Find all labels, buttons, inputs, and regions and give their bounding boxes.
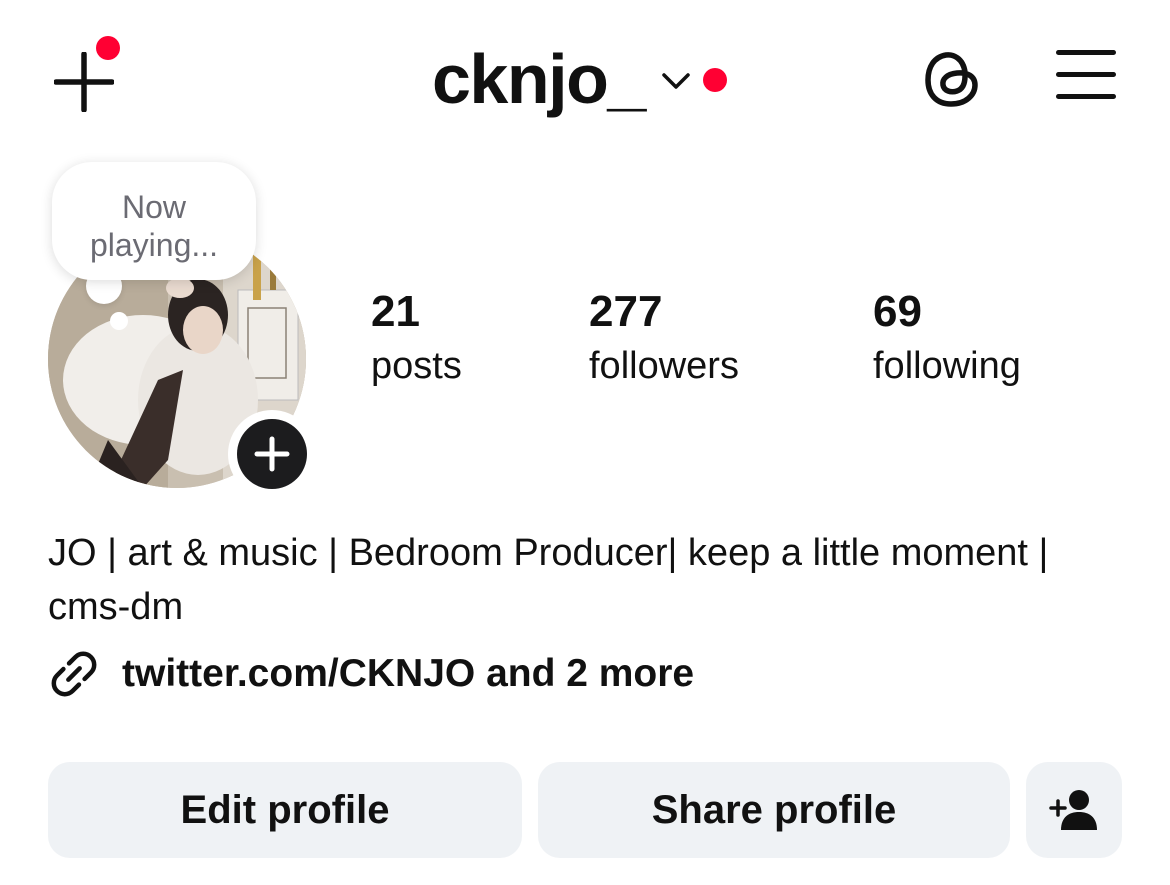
notification-dot — [96, 36, 120, 60]
hamburger-menu-icon — [1056, 94, 1116, 99]
bio-text: JO | art & music | Bedroom Producer| kee… — [48, 532, 1049, 628]
new-post-button[interactable] — [48, 36, 126, 114]
following-label: following — [873, 345, 1021, 387]
add-story-button[interactable] — [228, 410, 316, 498]
following-count: 69 — [873, 287, 922, 336]
add-person-icon — [1049, 790, 1097, 830]
bio-link-text: twitter.com/CKNJO and 2 more — [122, 652, 695, 695]
note-text: playing... — [89, 227, 219, 263]
threads-icon — [925, 52, 978, 107]
following-stat[interactable]: 69 following — [873, 284, 1021, 392]
note-bubble[interactable]: Now playing... — [52, 162, 256, 280]
notification-dot — [702, 68, 727, 92]
username: cknjo_ — [432, 40, 646, 118]
link-icon — [51, 651, 97, 697]
posts-count: 21 — [371, 287, 420, 336]
share-profile-label: Share profile — [651, 787, 897, 832]
posts-stat[interactable]: 21 posts — [371, 284, 462, 392]
posts-label: posts — [371, 345, 462, 387]
chevron-down-icon — [662, 73, 690, 89]
share-profile-button[interactable]: Share profile — [538, 762, 1010, 858]
hamburger-menu-icon — [1056, 50, 1116, 55]
plus-icon — [54, 52, 114, 112]
note-text: Now — [121, 189, 186, 225]
bio-link[interactable]: twitter.com/CKNJO and 2 more — [48, 644, 694, 704]
edit-profile-button[interactable]: Edit profile — [48, 762, 522, 858]
plus-icon — [254, 436, 290, 472]
followers-label: followers — [589, 345, 739, 387]
followers-count: 277 — [589, 287, 663, 336]
menu-button[interactable] — [1056, 50, 1118, 102]
edit-profile-label: Edit profile — [180, 787, 390, 832]
account-switcher[interactable]: cknjo_ — [432, 44, 727, 114]
hamburger-menu-icon — [1056, 72, 1116, 77]
note-bubble-tail — [110, 312, 128, 330]
profile-header: cknjo_ — [0, 0, 1170, 150]
threads-button[interactable] — [920, 46, 986, 112]
followers-stat[interactable]: 277 followers — [589, 284, 739, 392]
discover-people-button[interactable] — [1026, 762, 1122, 858]
